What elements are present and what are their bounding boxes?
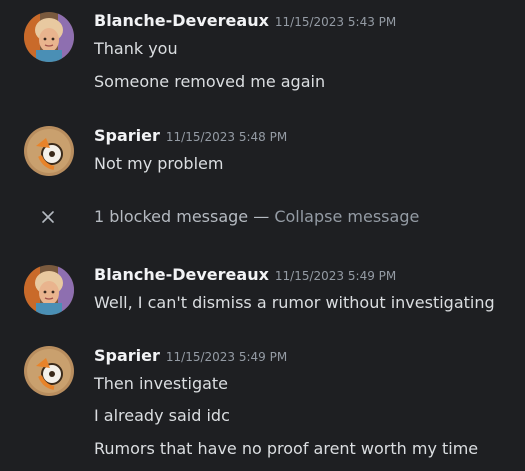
username[interactable]: Sparier [94,126,160,145]
avatar[interactable] [24,346,74,396]
message-text: Well, I can't dismiss a rumor without in… [94,293,495,312]
message-text: I already said idc [94,406,230,425]
avatar[interactable] [24,12,74,62]
username[interactable]: Blanche-Devereaux [94,11,269,30]
message-text: Then investigate [94,374,229,393]
message-text: Rumors that have no proof arent worth my… [94,439,479,458]
message-header: Sparier 11/15/2023 5:48 PM [94,126,287,145]
username[interactable]: Blanche-Devereaux [94,265,269,284]
timestamp[interactable]: 11/15/2023 5:49 PM [275,269,396,283]
avatar-sparier-image [24,126,74,176]
avatar-blanche-image [24,12,74,62]
avatar[interactable] [24,265,74,315]
blocked-message-text: 1 blocked message — Collapse message [94,207,419,226]
message-header: Blanche-Devereaux 11/15/2023 5:49 PM [94,265,396,284]
timestamp[interactable]: 11/15/2023 5:43 PM [275,15,396,29]
message-text: Thank you [94,39,178,58]
collapse-message-link[interactable]: Collapse message [274,207,419,226]
blocked-message-row: 1 blocked message — Collapse message [0,205,525,235]
close-icon[interactable] [40,209,56,225]
message-header: Blanche-Devereaux 11/15/2023 5:43 PM [94,11,396,30]
message-header: Sparier 11/15/2023 5:49 PM [94,346,287,365]
avatar[interactable] [24,126,74,176]
blocked-count-label: 1 blocked message — [94,207,270,226]
message-text: Someone removed me again [94,72,326,91]
avatar-sparier-image [24,346,74,396]
username[interactable]: Sparier [94,346,160,365]
timestamp[interactable]: 11/15/2023 5:48 PM [166,130,287,144]
timestamp[interactable]: 11/15/2023 5:49 PM [166,350,287,364]
message-text: Not my problem [94,154,224,173]
avatar-blanche-image [24,265,74,315]
